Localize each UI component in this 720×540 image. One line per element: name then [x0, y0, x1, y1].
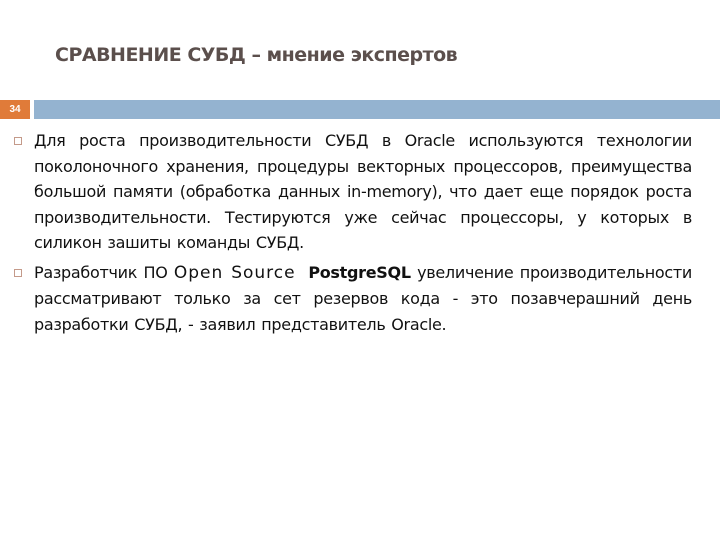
- square-bullet-icon: [14, 268, 22, 277]
- square-bullet-icon: [14, 137, 22, 145]
- slide-title-main: СРАВНЕНИЕ СУБД: [55, 44, 246, 66]
- open-source-term: Open Source: [173, 262, 296, 283]
- slide-number-badge: 34: [0, 100, 30, 119]
- bullet-list: Для роста производительности СУБД в Orac…: [12, 128, 692, 341]
- bullet-text: Разработчик ПО Open Source PostgreSQL ув…: [34, 260, 692, 338]
- header-band: [34, 100, 720, 119]
- bullet-item: Для роста производительности СУБД в Orac…: [12, 128, 692, 256]
- slide-title-separator: –: [245, 44, 267, 66]
- postgresql-term: PostgreSQL: [308, 262, 411, 282]
- bullet-item: Разработчик ПО Open Source PostgreSQL ув…: [12, 260, 692, 338]
- slide-title: СРАВНЕНИЕ СУБД – мнение экспертов: [55, 44, 458, 66]
- slide-title-sub: мнение экспертов: [266, 44, 458, 66]
- bullet-text-before: Разработчик ПО: [34, 262, 174, 282]
- bullet-text: Для роста производительности СУБД в Orac…: [34, 131, 692, 252]
- slide: СРАВНЕНИЕ СУБД – мнение экспертов 34 Для…: [0, 0, 720, 540]
